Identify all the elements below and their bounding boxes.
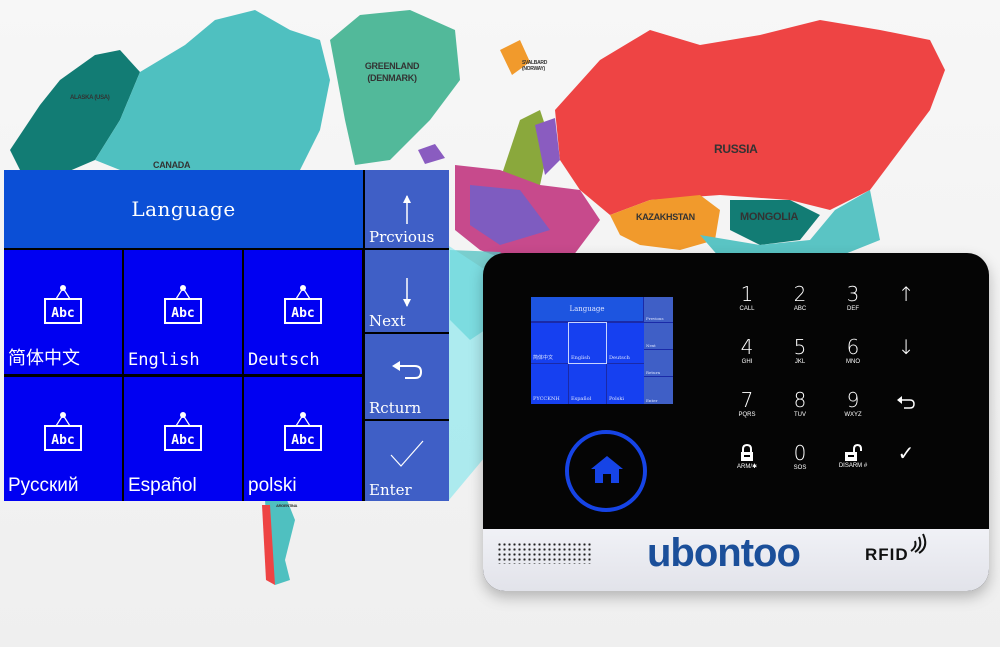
language-label: English	[128, 350, 200, 370]
mini-language-option: PYCCKNH	[531, 364, 568, 404]
arrow-up-icon: ↑	[897, 282, 915, 306]
lock-icon	[741, 444, 753, 461]
next-button[interactable]: Next	[365, 250, 449, 332]
mini-language-option-selected: English	[568, 322, 607, 364]
svg-text:Abc: Abc	[171, 433, 194, 448]
home-button[interactable]	[565, 430, 647, 512]
enter-label: Enter	[369, 481, 412, 499]
check-icon: ✓	[897, 441, 915, 465]
map-label-alaska: ALASKA (USA)	[70, 95, 110, 101]
previous-button[interactable]: Prcvious	[365, 170, 449, 248]
key-9[interactable]: 9 WXYZ	[828, 389, 878, 433]
key-return[interactable]	[881, 389, 931, 433]
key-1[interactable]: 1 CALL	[722, 283, 772, 327]
mini-language-option: Español	[569, 364, 606, 404]
next-label: Next	[369, 312, 406, 330]
key-enter[interactable]: ✓	[881, 442, 931, 486]
mini-language-option: Polski	[607, 364, 644, 404]
enter-button[interactable]: Enter	[365, 421, 449, 501]
unlock-icon	[845, 444, 862, 461]
key-3[interactable]: 3 DEF	[828, 283, 878, 327]
map-label-kazakhstan: KAZAKHSTAN	[636, 212, 695, 222]
sign-abc-icon: Abc	[44, 412, 82, 451]
language-option-russian[interactable]: Abc Русский	[4, 377, 122, 501]
sign-abc-icon: Abc	[284, 285, 322, 324]
mini-side-button: Return	[644, 350, 673, 376]
map-iceland	[418, 144, 445, 164]
sign-abc-icon: Abc	[284, 412, 322, 451]
rfid-label: RFID	[865, 545, 909, 564]
home-icon	[591, 456, 623, 483]
arrow-up-icon	[403, 195, 411, 224]
sign-abc-icon: Abc	[44, 285, 82, 324]
return-icon	[392, 361, 423, 379]
sign-abc-icon: Abc	[164, 412, 202, 451]
language-label: 简体中文	[8, 348, 80, 369]
panel-title: Language	[4, 170, 363, 248]
svg-text:Abc: Abc	[291, 433, 314, 448]
language-option-deutsch[interactable]: Abc Deutsch	[244, 250, 362, 374]
map-russia	[555, 20, 945, 215]
svg-text:Abc: Abc	[171, 306, 194, 321]
language-label: Deutsch	[248, 350, 320, 370]
key-disarm[interactable]: DISARM #	[828, 442, 878, 486]
language-option-spanish[interactable]: Abc Español	[124, 377, 242, 501]
speaker-grille	[497, 542, 593, 564]
device-bottom-bezel: ubontoo RFID	[483, 529, 989, 591]
map-label-greenland: GREENLAND (DENMARK)	[364, 61, 420, 83]
device-screen: Language 简体中文 English Deutsch PYCCKNH Es…	[531, 297, 673, 404]
return-icon	[897, 396, 915, 409]
key-6[interactable]: 6 MNO	[828, 336, 878, 380]
previous-label: Prcvious	[369, 228, 435, 246]
language-option-polish[interactable]: Abc polski	[244, 377, 362, 501]
map-greenland	[330, 10, 460, 165]
sign-abc-icon: Abc	[164, 285, 202, 324]
key-up[interactable]: ↑	[881, 283, 931, 327]
map-label-canada: CANADA	[153, 160, 191, 170]
alarm-panel-device: Language 简体中文 English Deutsch PYCCKNH Es…	[483, 253, 989, 591]
mini-side-button: Previous	[644, 297, 673, 322]
language-grid: Abc 简体中文 Abc English Abc Deutsch Abc Рус…	[4, 250, 363, 501]
check-icon	[390, 440, 424, 467]
key-2[interactable]: 2 ABC	[775, 283, 825, 327]
svg-text:Abc: Abc	[51, 306, 74, 321]
arrow-down-icon: ↓	[897, 335, 915, 359]
svg-text:Abc: Abc	[291, 306, 314, 321]
language-label: polski	[248, 475, 297, 496]
return-button[interactable]: Rcturn	[365, 334, 449, 419]
key-8[interactable]: 8 TUV	[775, 389, 825, 433]
key-4[interactable]: 4 GHI	[722, 336, 772, 380]
svg-text:Abc: Abc	[51, 433, 74, 448]
mini-side-button: Enter	[644, 377, 673, 404]
key-down[interactable]: ↓	[881, 336, 931, 380]
mini-side-button: Next	[644, 323, 673, 349]
key-0[interactable]: 0 SOS	[775, 442, 825, 486]
rfid-waves-icon	[910, 533, 927, 554]
key-5[interactable]: 5 JKL	[775, 336, 825, 380]
mini-title: Language	[531, 297, 643, 321]
brand-logo: ubontoo	[647, 531, 801, 575]
map-label-mongolia: MONGOLIA	[740, 211, 799, 223]
map-label-argentina: ARGENTINA	[276, 503, 298, 508]
language-panel: Language Abc 简体中文 Abc English Abc Deutsc…	[4, 170, 449, 501]
key-arm[interactable]: ARM/✱	[722, 442, 772, 486]
language-option-english[interactable]: Abc English	[124, 250, 242, 374]
language-label: Español	[128, 475, 197, 496]
map-label-russia: RUSSIA	[714, 142, 758, 156]
language-label: Русский	[8, 475, 79, 496]
language-option-chinese[interactable]: Abc 简体中文	[4, 250, 122, 374]
mini-language-option: Deutsch	[607, 323, 644, 363]
mini-language-option: 简体中文	[531, 323, 568, 363]
return-label: Rcturn	[369, 399, 422, 417]
map-label-svalbard: SVALBARD (NORWAY)	[522, 60, 548, 72]
key-7[interactable]: 7 PQRS	[722, 389, 772, 433]
arrow-down-icon	[403, 278, 411, 307]
